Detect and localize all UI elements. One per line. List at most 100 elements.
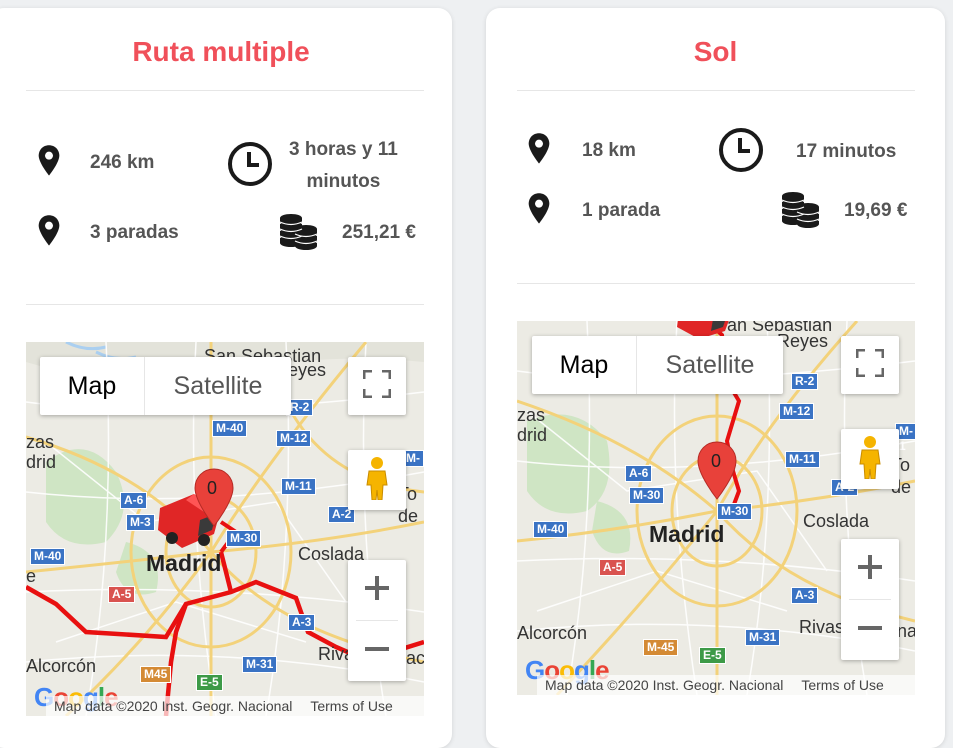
street-view-button[interactable] xyxy=(841,429,899,489)
map-label-zas: zas xyxy=(517,405,546,425)
stops-stat: 1 parada xyxy=(524,192,660,231)
cost-stat: 19,69 € xyxy=(780,190,907,233)
distance-stat: 18 km xyxy=(524,132,636,171)
map-data-credit: Map data ©2020 Inst. Geogr. Nacional xyxy=(545,677,784,693)
map-label-rivas-tail: ac xyxy=(406,648,424,668)
coins-icon xyxy=(278,212,318,255)
zoom-out-button[interactable] xyxy=(348,621,406,681)
map-label-coslada: Coslada xyxy=(803,511,870,531)
divider xyxy=(26,90,424,91)
stops-value: 3 paradas xyxy=(90,222,179,244)
map-type-control: Map Satellite xyxy=(40,357,291,415)
road-shield: M-40 xyxy=(212,420,248,437)
map-label-zas: zas xyxy=(26,432,55,452)
duration-stat: 17 minutos xyxy=(718,127,896,178)
duration-value-line2: minutos xyxy=(306,171,381,192)
map-marker-label: 0 xyxy=(711,451,722,471)
location-pin-icon xyxy=(34,214,64,253)
terms-of-use-link[interactable]: Terms of Use xyxy=(310,698,392,714)
road-shield: A-3 xyxy=(288,614,316,631)
coins-icon xyxy=(780,190,820,233)
map-data-credit: Map data ©2020 Inst. Geogr. Nacional xyxy=(54,698,293,714)
map-type-map-button[interactable]: Map xyxy=(40,357,144,415)
road-shield: R-2 xyxy=(791,373,819,390)
map-label-rivas-tail: na xyxy=(897,621,915,641)
road-shield: M-40 xyxy=(533,521,569,538)
map-label-reyes: Reyes xyxy=(777,331,829,351)
cost-value: 251,21 € xyxy=(342,222,416,244)
road-shield: M-31 xyxy=(745,629,781,646)
map-type-control: Map Satellite xyxy=(532,336,783,394)
duration-value-line1: 3 horas y 11 xyxy=(289,139,398,160)
plus-icon xyxy=(856,553,884,586)
road-shield: A-6 xyxy=(120,492,148,509)
zoom-in-button[interactable] xyxy=(841,539,899,599)
cost-stat: 251,21 € xyxy=(278,212,416,255)
divider xyxy=(517,90,915,91)
fullscreen-icon xyxy=(855,348,885,382)
duration-value: 17 minutos xyxy=(796,141,897,163)
road-shield: E-5 xyxy=(196,674,223,691)
divider xyxy=(517,283,915,284)
map-label-drid: drid xyxy=(26,452,57,472)
road-shield: A-5 xyxy=(108,586,136,603)
road-shield: M-12 xyxy=(276,430,312,447)
map-type-satellite-button[interactable]: Satellite xyxy=(636,336,783,394)
road-shield: M-11 xyxy=(281,478,316,495)
fullscreen-icon xyxy=(362,369,392,403)
distance-value: 18 km xyxy=(582,140,636,162)
fullscreen-button[interactable] xyxy=(348,357,406,415)
card-title: Ruta multiple xyxy=(132,36,310,67)
route-map[interactable]: an Sebastian Reyes zas drid To de Madrid… xyxy=(517,321,915,695)
map-label-drid: drid xyxy=(517,425,548,445)
pegman-icon xyxy=(858,435,882,484)
map-type-map-button[interactable]: Map xyxy=(532,336,636,394)
route-card-sol: Sol 18 km 17 minutos 1 parada 19,69 € an… xyxy=(486,8,945,748)
map-label-reyes: eyes xyxy=(288,360,327,380)
road-shield: M-30 xyxy=(629,487,665,504)
duration-stat: 3 horas y 11 minutos xyxy=(227,134,398,198)
map-label-e: e xyxy=(26,566,37,586)
map-label-rivas: Rivas xyxy=(799,617,845,637)
cost-value: 19,69 € xyxy=(844,200,908,222)
road-shield: E-5 xyxy=(699,647,726,664)
fullscreen-button[interactable] xyxy=(841,336,899,394)
location-pin-icon xyxy=(524,132,554,171)
road-shield: M-3 xyxy=(126,514,155,531)
road-shield: M-31 xyxy=(242,656,278,673)
route-card-multiple: Ruta multiple 246 km 3 horas y 11 minuto… xyxy=(0,8,452,748)
zoom-control xyxy=(841,539,899,660)
road-shield: M-45 xyxy=(643,639,679,656)
map-label-alcorcon: Alcorcón xyxy=(26,656,97,676)
road-shield: M45 xyxy=(140,666,172,683)
stops-stat: 3 paradas xyxy=(34,214,179,253)
clock-icon xyxy=(227,141,273,192)
street-view-button[interactable] xyxy=(348,450,406,510)
road-shield: M-12 xyxy=(779,403,815,420)
map-type-satellite-button[interactable]: Satellite xyxy=(144,357,291,415)
map-label-madrid: Madrid xyxy=(649,521,725,547)
zoom-in-button[interactable] xyxy=(348,560,406,620)
road-shield: M-40 xyxy=(30,548,66,565)
minus-icon xyxy=(856,614,884,647)
pegman-icon xyxy=(365,456,389,505)
divider xyxy=(26,304,424,305)
location-pin-icon xyxy=(34,144,64,183)
road-shield: A-5 xyxy=(599,559,627,576)
route-map[interactable]: San Sebastian eyes zas drid To de Madrid… xyxy=(26,342,424,716)
terms-of-use-link[interactable]: Terms of Use xyxy=(801,677,883,693)
zoom-out-button[interactable] xyxy=(841,600,899,660)
minus-icon xyxy=(363,635,391,668)
distance-stat: 246 km xyxy=(34,144,154,183)
map-marker-label: 0 xyxy=(207,478,218,498)
location-pin-icon xyxy=(524,192,554,231)
road-shield: M-11 xyxy=(785,451,820,468)
road-shield: A-6 xyxy=(625,465,653,482)
map-label-alcorcon: Alcorcón xyxy=(517,623,588,643)
map-attribution: Map data ©2020 Inst. Geogr. Nacional Ter… xyxy=(537,675,915,695)
map-attribution: Map data ©2020 Inst. Geogr. Nacional Ter… xyxy=(46,696,424,716)
zoom-control xyxy=(348,560,406,681)
distance-value: 246 km xyxy=(90,152,155,174)
stops-value: 1 parada xyxy=(582,200,661,222)
plus-icon xyxy=(363,574,391,607)
